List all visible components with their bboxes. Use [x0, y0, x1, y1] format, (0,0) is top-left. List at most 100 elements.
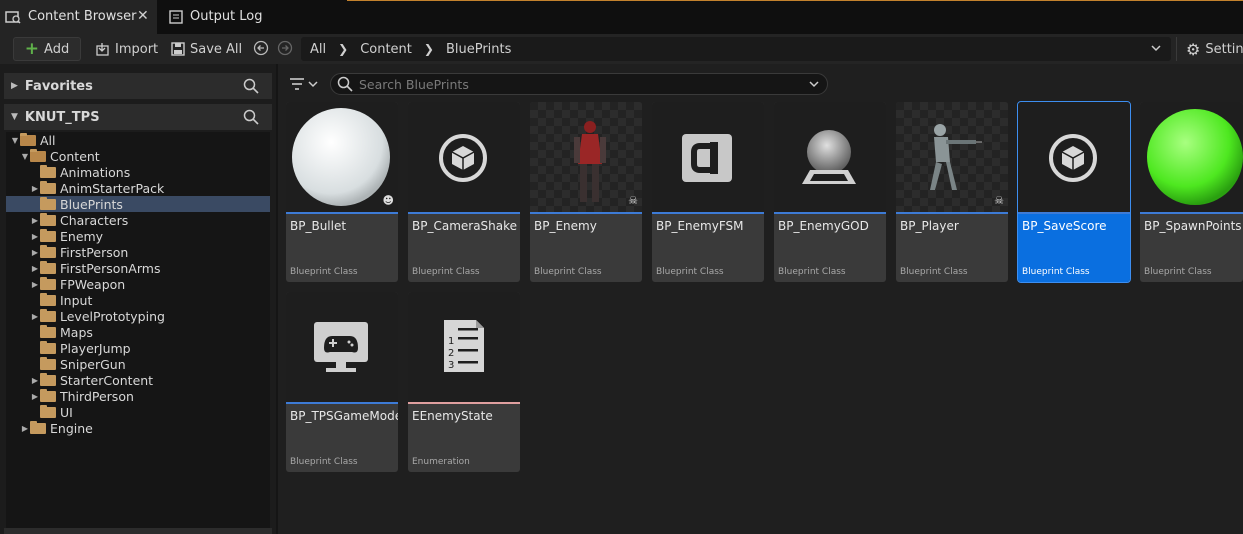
project-header[interactable]: ▼ KNUT_TPS: [4, 104, 272, 130]
asset-tile[interactable]: ☠ BP_Enemy Blueprint Class: [530, 102, 642, 282]
caret-down-icon[interactable]: ▼: [20, 152, 30, 161]
asset-type-color-bar: [286, 402, 398, 404]
favorites-label: Favorites: [24, 78, 93, 94]
close-tab-icon[interactable]: ✕: [137, 8, 149, 24]
caret-down-icon[interactable]: ▼: [10, 136, 20, 145]
tree-item[interactable]: ▶ AnimStarterPack: [6, 180, 270, 196]
tree-item[interactable]: PlayerJump: [6, 340, 270, 356]
asset-type: Blueprint Class: [290, 457, 358, 467]
tree-item[interactable]: ▶ FirstPerson: [6, 244, 270, 260]
tree-item[interactable]: ▶ LevelPrototyping: [6, 308, 270, 324]
save-all-button[interactable]: Save All: [171, 37, 242, 61]
folder-icon: [40, 404, 56, 418]
tree-item-label: SniperGun: [60, 356, 126, 372]
chevron-down-icon[interactable]: [1150, 42, 1162, 54]
caret-right-icon[interactable]: ▶: [20, 424, 30, 433]
tree-item[interactable]: UI: [6, 404, 270, 420]
tree-item[interactable]: ▶ FirstPersonArms: [6, 260, 270, 276]
tree-item-label: FirstPersonArms: [60, 260, 161, 276]
actor-badge-icon: ☠: [994, 194, 1004, 207]
caret-right-icon[interactable]: ▶: [30, 280, 40, 289]
caret-right-icon[interactable]: ▶: [30, 184, 40, 193]
folder-icon: [40, 180, 56, 194]
asset-name: BP_SaveScore: [1022, 219, 1107, 233]
asset-tile[interactable]: BP_SpawnPoints Blueprint Class: [1140, 102, 1243, 282]
tree-item[interactable]: ▼ Content: [6, 148, 270, 164]
tree-item[interactable]: Maps: [6, 324, 270, 340]
cube-icon: [1049, 134, 1097, 182]
tree-item-label: Content: [50, 148, 100, 164]
chevron-down-icon[interactable]: [808, 78, 820, 90]
asset-thumbnail: [652, 102, 764, 212]
actor-badge-icon: ☠: [628, 194, 638, 207]
breadcrumb-item-content[interactable]: Content: [360, 42, 412, 57]
asset-name: EEnemyState: [412, 409, 493, 423]
breadcrumb-item-all[interactable]: All: [310, 42, 326, 57]
asset-type: Blueprint Class: [656, 267, 724, 277]
asset-tile[interactable]: BP_EnemyGOD Blueprint Class: [774, 102, 886, 282]
collections-header[interactable]: [4, 528, 272, 534]
search-input[interactable]: Search BluePrints: [330, 73, 828, 95]
tree-item[interactable]: ▶ StarterContent: [6, 372, 270, 388]
folder-icon: [40, 164, 56, 178]
caret-right-icon[interactable]: ▶: [30, 216, 40, 225]
asset-name: BP_Player: [900, 219, 959, 233]
tree-item[interactable]: ▶ Enemy: [6, 228, 270, 244]
filter-button[interactable]: [288, 76, 322, 92]
tree-item-label: Animations: [60, 164, 131, 180]
actor-badge-icon: ☻: [382, 194, 394, 207]
tree-item[interactable]: BluePrints: [6, 196, 270, 212]
caret-right-icon[interactable]: ▶: [30, 312, 40, 321]
asset-tile-selected[interactable]: BP_SaveScore Blueprint Class: [1017, 101, 1131, 283]
forward-arrow-icon[interactable]: [277, 40, 293, 56]
tree-item[interactable]: SniperGun: [6, 356, 270, 372]
folder-icon: [40, 356, 56, 370]
asset-thumbnail: ☠: [896, 102, 1008, 212]
asset-tile[interactable]: BP_CameraShake Blueprint Class: [408, 102, 520, 282]
tree-item-label: FPWeapon: [60, 276, 126, 292]
grey-sphere-on-base-thumbnail: [802, 130, 856, 184]
caret-right-icon[interactable]: ▶: [30, 248, 40, 257]
tree-item[interactable]: Animations: [6, 164, 270, 180]
settings-label: Settin: [1205, 41, 1243, 57]
player-character-thumbnail: [930, 124, 982, 190]
asset-tile[interactable]: ☠ BP_Player Blueprint Class: [896, 102, 1008, 282]
tree-item-label: Maps: [60, 324, 93, 340]
import-label: Import: [115, 41, 159, 57]
enum-list-icon: 123: [444, 320, 484, 372]
search-icon[interactable]: [243, 109, 259, 128]
asset-type: Blueprint Class: [290, 267, 358, 277]
asset-name: BP_EnemyFSM: [656, 219, 744, 233]
asset-tile[interactable]: 123 EEnemyState Enumeration: [408, 292, 520, 472]
back-arrow-icon[interactable]: [253, 40, 269, 56]
tree-item[interactable]: Input: [6, 292, 270, 308]
caret-right-icon[interactable]: ▶: [30, 392, 40, 401]
caret-right-icon[interactable]: ▶: [30, 264, 40, 273]
tree-item-label: Engine: [50, 420, 93, 436]
asset-thumbnail: ☻: [286, 102, 398, 212]
tree-item[interactable]: ▶ Characters: [6, 212, 270, 228]
import-button[interactable]: Import: [95, 37, 158, 61]
tab-output-log[interactable]: Output Log: [190, 9, 263, 24]
tree-item-label: PlayerJump: [60, 340, 131, 356]
asset-type-color-bar: [408, 402, 520, 404]
asset-type-color-bar: [530, 212, 642, 214]
settings-button[interactable]: ⚙ Settin: [1186, 37, 1243, 61]
output-log-icon: [169, 10, 183, 24]
asset-tile[interactable]: BP_EnemyFSM Blueprint Class: [652, 102, 764, 282]
breadcrumb-separator-icon: ❯: [338, 42, 349, 56]
folder-open-icon: [20, 132, 36, 146]
tree-item[interactable]: ▶ FPWeapon: [6, 276, 270, 292]
search-icon[interactable]: [243, 78, 259, 97]
asset-tile[interactable]: ☻ BP_Bullet Blueprint Class: [286, 102, 398, 282]
tree-item[interactable]: ▶ ThirdPerson: [6, 388, 270, 404]
asset-tile[interactable]: BP_TPSGameMode Blueprint Class: [286, 292, 398, 472]
add-button[interactable]: + Add: [13, 37, 81, 61]
tree-item[interactable]: ▶ Engine: [6, 420, 270, 436]
tree-item[interactable]: ▼ All: [6, 132, 270, 148]
breadcrumb-item-blueprints[interactable]: BluePrints: [446, 42, 511, 57]
favorites-header[interactable]: ▶ Favorites: [4, 73, 272, 99]
caret-right-icon[interactable]: ▶: [30, 232, 40, 241]
caret-right-icon[interactable]: ▶: [30, 376, 40, 385]
asset-thumbnail: [774, 102, 886, 212]
